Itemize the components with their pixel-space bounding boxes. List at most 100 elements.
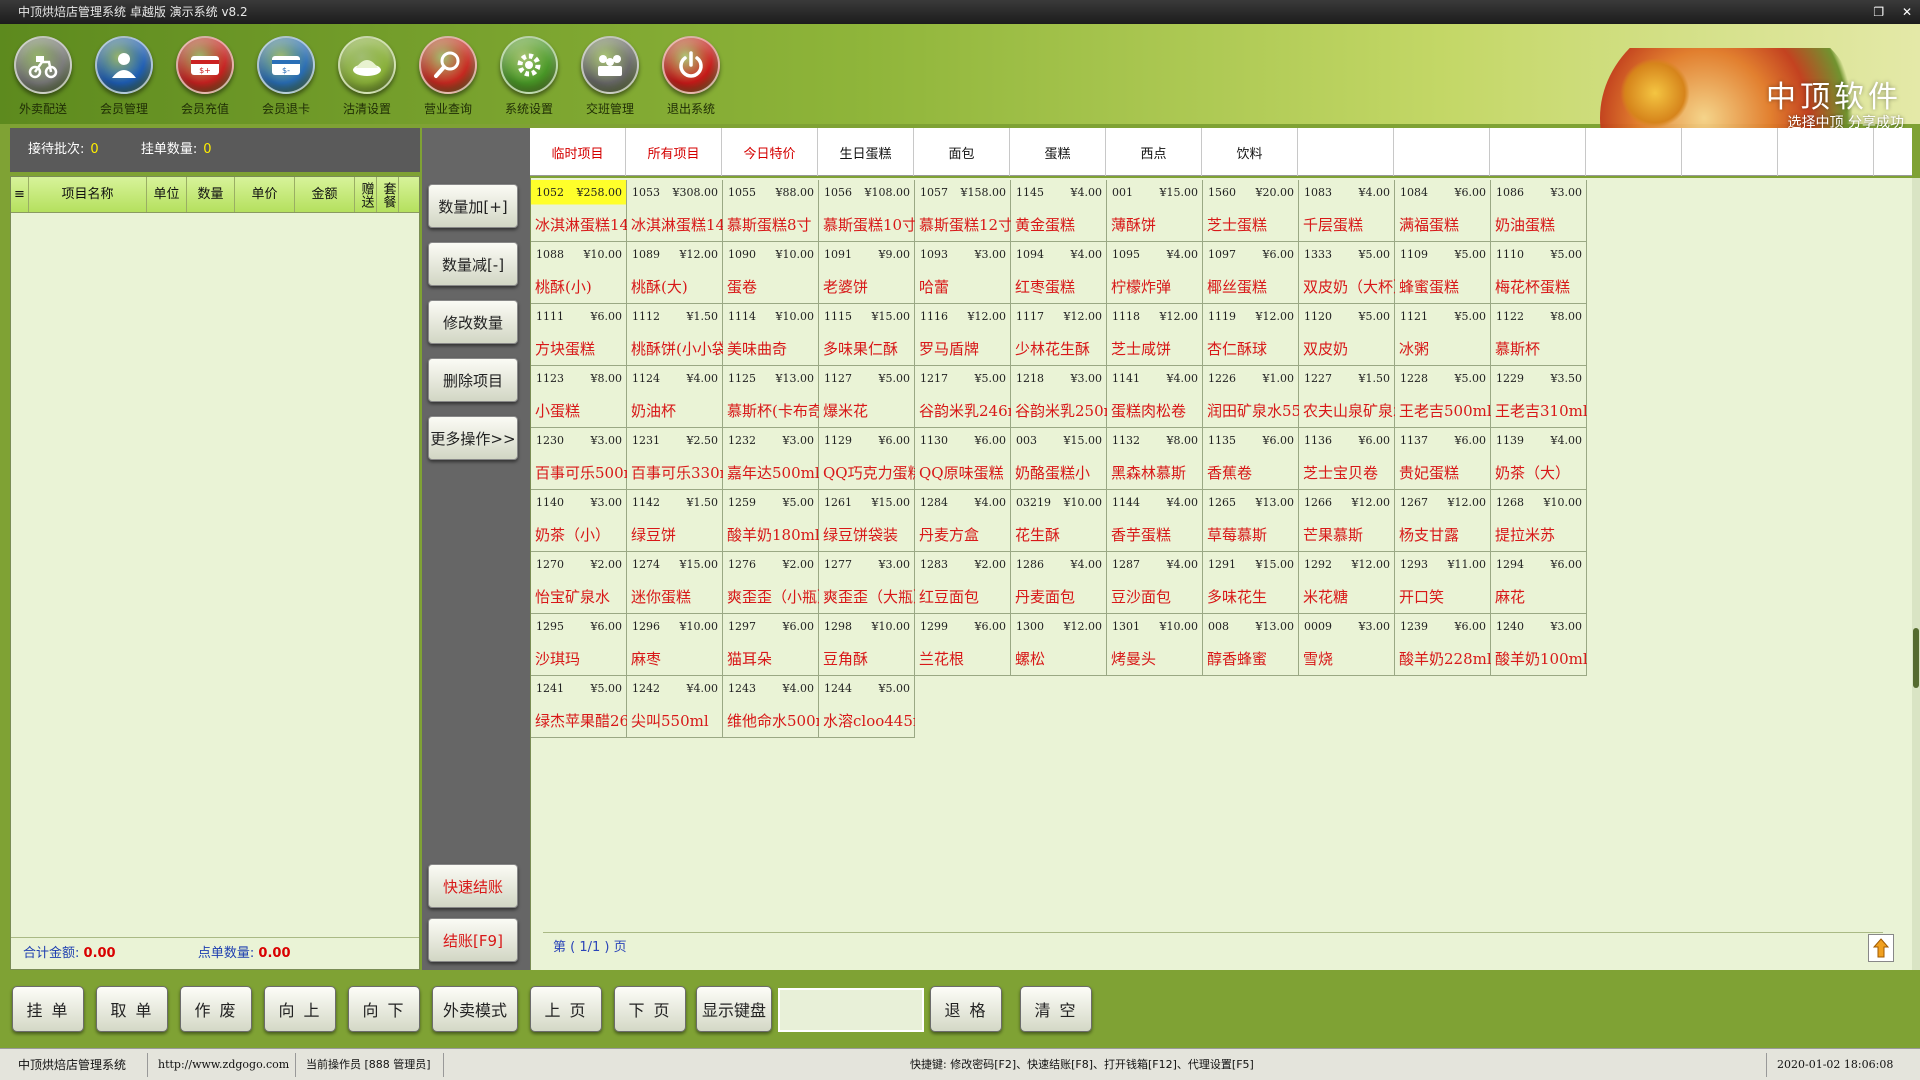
item-tile[interactable]: 1299 ¥6.00 兰花根 xyxy=(915,614,1011,676)
item-tile[interactable]: 1094 ¥4.00 红枣蛋糕 xyxy=(1011,242,1107,304)
item-tile[interactable]: 1141 ¥4.00 蛋糕肉松卷 xyxy=(1107,366,1203,428)
item-tile[interactable]: 1277 ¥3.00 爽歪歪（大瓶） xyxy=(819,552,915,614)
item-tile[interactable]: 1228 ¥5.00 王老吉500ml xyxy=(1395,366,1491,428)
item-tile[interactable]: 1111 ¥6.00 方块蛋糕 xyxy=(531,304,627,366)
item-tile[interactable]: 1140 ¥3.00 奶茶（小） xyxy=(531,490,627,552)
item-tile[interactable]: 1560 ¥20.00 芝士蛋糕 xyxy=(1203,180,1299,242)
item-tile[interactable]: 1218 ¥3.00 谷韵米乳250ml xyxy=(1011,366,1107,428)
next-page-button[interactable]: 下 页 xyxy=(614,986,686,1032)
item-tile[interactable]: 1297 ¥6.00 猫耳朵 xyxy=(723,614,819,676)
toolbar-button-plate[interactable]: 沽清设置 xyxy=(328,36,406,120)
item-tile[interactable]: 1086 ¥3.00 奶油蛋糕 xyxy=(1491,180,1587,242)
order-list-panel[interactable]: ≡ 项目名称 单位 数量 单价 金额 赠送 套餐 合计金额: 0.00 点单数量… xyxy=(10,176,420,970)
item-tile[interactable]: 1117 ¥12.00 少林花生酥 xyxy=(1011,304,1107,366)
toolbar-button-scooter[interactable]: 外卖配送 xyxy=(4,36,82,120)
close-icon[interactable]: ✕ xyxy=(1902,5,1912,19)
item-tile[interactable]: 1230 ¥3.00 百事可乐500ml xyxy=(531,428,627,490)
tab-1[interactable]: 所有项目 xyxy=(626,128,722,176)
item-tile[interactable]: 1286 ¥4.00 丹麦面包 xyxy=(1011,552,1107,614)
item-tile[interactable]: 1291 ¥15.00 多味花生 xyxy=(1203,552,1299,614)
item-tile[interactable]: 1142 ¥1.50 绿豆饼 xyxy=(627,490,723,552)
item-tile[interactable]: 1294 ¥6.00 麻花 xyxy=(1491,552,1587,614)
item-tile[interactable]: 1132 ¥8.00 黑森林慕斯 xyxy=(1107,428,1203,490)
item-tile[interactable]: 1227 ¥1.50 农夫山泉矿泉水 xyxy=(1299,366,1395,428)
item-tile[interactable]: 1268 ¥10.00 提拉米苏 xyxy=(1491,490,1587,552)
void-button[interactable]: 作 废 xyxy=(180,986,252,1032)
col-amount[interactable]: 金额 xyxy=(295,177,355,212)
item-tile[interactable]: 1292 ¥12.00 米花糖 xyxy=(1299,552,1395,614)
item-tile[interactable]: 1116 ¥12.00 罗马盾牌 xyxy=(915,304,1011,366)
tab-empty-11[interactable] xyxy=(1586,128,1682,176)
restore-icon[interactable]: ❐ xyxy=(1873,5,1884,19)
item-tile[interactable]: 1239 ¥6.00 酸羊奶228ml xyxy=(1395,614,1491,676)
more-actions-button[interactable]: 更多操作>> xyxy=(428,416,518,460)
toolbar-button-power[interactable]: 退出系统 xyxy=(652,36,730,120)
item-tile[interactable]: 1090 ¥10.00 蛋卷 xyxy=(723,242,819,304)
tab-empty-12[interactable] xyxy=(1682,128,1778,176)
tab-3[interactable]: 生日蛋糕 xyxy=(818,128,914,176)
col-unit[interactable]: 单位 xyxy=(147,177,187,212)
scrollbar-thumb[interactable] xyxy=(1913,628,1919,688)
item-tile[interactable]: 1232 ¥3.00 嘉年达500ml xyxy=(723,428,819,490)
item-tile[interactable]: 1242 ¥4.00 尖叫550ml xyxy=(627,676,723,738)
item-tile[interactable]: 1095 ¥4.00 柠檬炸弹 xyxy=(1107,242,1203,304)
item-tile[interactable]: 1217 ¥5.00 谷韵米乳246ml xyxy=(915,366,1011,428)
quantity-minus-button[interactable]: 数量减[-] xyxy=(428,242,518,286)
item-tile[interactable]: 1127 ¥5.00 爆米花 xyxy=(819,366,915,428)
item-tile[interactable]: 1055 ¥88.00 慕斯蛋糕8寸 xyxy=(723,180,819,242)
item-tile[interactable]: 1052 ¥258.00 冰淇淋蛋糕14寸 xyxy=(531,180,627,242)
item-tile[interactable]: 1129 ¥6.00 QQ巧克力蛋糕 xyxy=(819,428,915,490)
quantity-plus-button[interactable]: 数量加[+] xyxy=(428,184,518,228)
item-tile[interactable]: 1056 ¥108.00 慕斯蛋糕10寸 xyxy=(819,180,915,242)
item-tile[interactable]: 1109 ¥5.00 蜂蜜蛋糕 xyxy=(1395,242,1491,304)
item-tile[interactable]: 1088 ¥10.00 桃酥(小) xyxy=(531,242,627,304)
backspace-button[interactable]: 退 格 xyxy=(930,986,1002,1032)
item-tile[interactable]: 1130 ¥6.00 QQ原味蛋糕 xyxy=(915,428,1011,490)
item-code-input[interactable] xyxy=(778,988,924,1032)
item-tile[interactable]: 1276 ¥2.00 爽歪歪（小瓶） xyxy=(723,552,819,614)
item-tile[interactable]: 003 ¥15.00 奶酪蛋糕小 xyxy=(1011,428,1107,490)
tab-2[interactable]: 今日特价 xyxy=(722,128,818,176)
item-tile[interactable]: 1266 ¥12.00 芒果慕斯 xyxy=(1299,490,1395,552)
item-tile[interactable]: 1243 ¥4.00 维他命水500ml xyxy=(723,676,819,738)
status-url[interactable]: http://www.zdgogo.com xyxy=(148,1053,296,1077)
move-down-button[interactable]: 向 下 xyxy=(348,986,420,1032)
delete-item-button[interactable]: 删除项目 xyxy=(428,358,518,402)
item-tile[interactable]: 1122 ¥8.00 慕斯杯 xyxy=(1491,304,1587,366)
clear-button[interactable]: 清 空 xyxy=(1020,986,1092,1032)
toolbar-button-return-card[interactable]: $- 会员退卡 xyxy=(247,36,325,120)
item-tile[interactable]: 1114 ¥10.00 美味曲奇 xyxy=(723,304,819,366)
toolbar-button-team[interactable]: 交班管理 xyxy=(571,36,649,120)
item-tile[interactable]: 0009 ¥3.00 雪烧 xyxy=(1299,614,1395,676)
item-tile[interactable]: 008 ¥13.00 醇香蜂蜜 xyxy=(1203,614,1299,676)
item-tile[interactable]: 1091 ¥9.00 老婆饼 xyxy=(819,242,915,304)
tab-4[interactable]: 面包 xyxy=(914,128,1010,176)
item-tile[interactable]: 1123 ¥8.00 小蛋糕 xyxy=(531,366,627,428)
prev-page-button[interactable]: 上 页 xyxy=(530,986,602,1032)
item-tile[interactable]: 1261 ¥15.00 绿豆饼袋装 xyxy=(819,490,915,552)
col-unit-price[interactable]: 单价 xyxy=(235,177,295,212)
tab-7[interactable]: 饮料 xyxy=(1202,128,1298,176)
item-tile[interactable]: 1283 ¥2.00 红豆面包 xyxy=(915,552,1011,614)
item-tile[interactable]: 1300 ¥12.00 螺松 xyxy=(1011,614,1107,676)
tab-empty-13[interactable] xyxy=(1778,128,1874,176)
edit-quantity-button[interactable]: 修改数量 xyxy=(428,300,518,344)
item-tile[interactable]: 1121 ¥5.00 冰粥 xyxy=(1395,304,1491,366)
item-tile[interactable]: 1115 ¥15.00 多味果仁酥 xyxy=(819,304,915,366)
grid-scrollbar[interactable] xyxy=(1912,178,1920,970)
item-tile[interactable]: 1284 ¥4.00 丹麦方盒 xyxy=(915,490,1011,552)
item-tile[interactable]: 1144 ¥4.00 香芋蛋糕 xyxy=(1107,490,1203,552)
item-tile[interactable]: 1296 ¥10.00 麻枣 xyxy=(627,614,723,676)
item-tile[interactable]: 1333 ¥5.00 双皮奶（大杯） xyxy=(1299,242,1395,304)
item-tile[interactable]: 1259 ¥5.00 酸羊奶180ml xyxy=(723,490,819,552)
item-tile[interactable]: 1267 ¥12.00 杨支甘露 xyxy=(1395,490,1491,552)
fetch-order-button[interactable]: 取 单 xyxy=(96,986,168,1032)
item-tile[interactable]: 1139 ¥4.00 奶茶（大） xyxy=(1491,428,1587,490)
item-tile[interactable]: 1265 ¥13.00 草莓慕斯 xyxy=(1203,490,1299,552)
item-tile[interactable]: 03219 ¥10.00 花生酥 xyxy=(1011,490,1107,552)
hold-order-button[interactable]: 挂 单 xyxy=(12,986,84,1032)
item-tile[interactable]: 1137 ¥6.00 贵妃蛋糕 xyxy=(1395,428,1491,490)
tab-empty-8[interactable] xyxy=(1298,128,1394,176)
item-tile[interactable]: 1118 ¥12.00 芝士咸饼 xyxy=(1107,304,1203,366)
show-keyboard-button[interactable]: 显示键盘 xyxy=(696,986,772,1032)
